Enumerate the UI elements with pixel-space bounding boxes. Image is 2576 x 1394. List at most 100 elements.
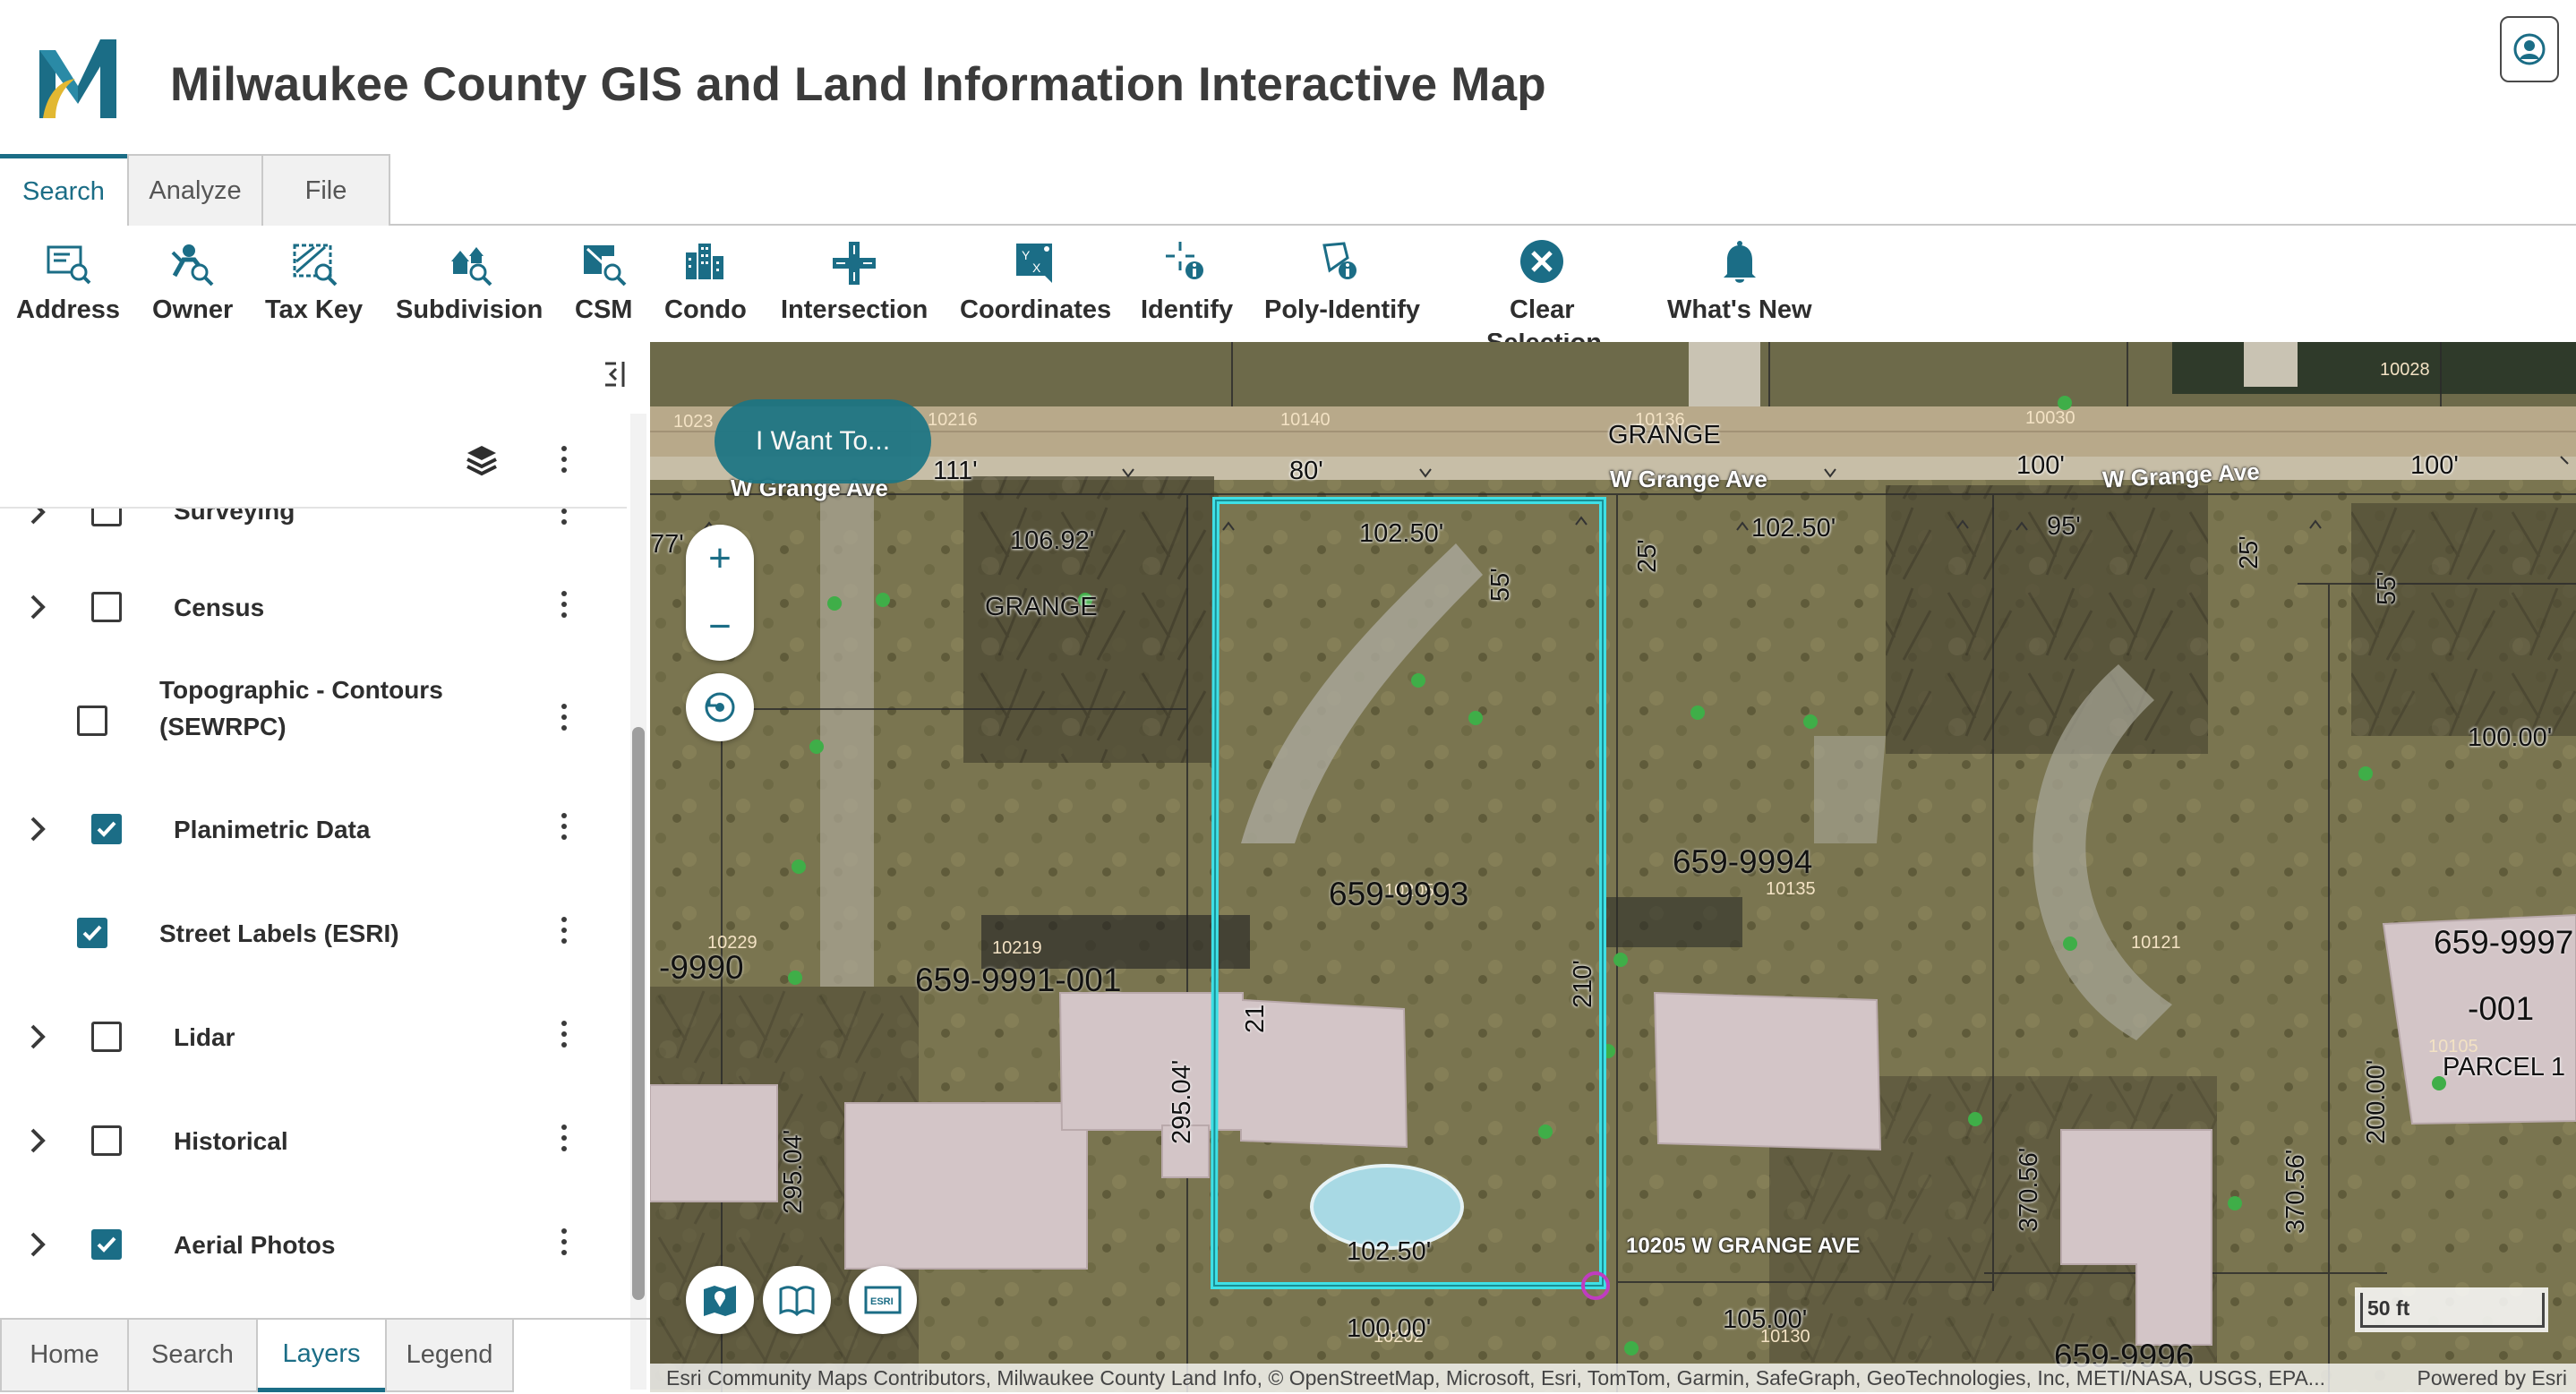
dimension-label: 105.00' — [1723, 1305, 1808, 1334]
subdivision-search-button[interactable]: Subdivision — [396, 238, 543, 325]
layer-menu-topographic-contours[interactable] — [555, 698, 573, 736]
poly-identify-button[interactable]: Poly-Identify — [1264, 238, 1420, 325]
layer-checkbox-planimetric-data[interactable] — [91, 814, 122, 844]
street-name-label: GRANGE — [1608, 421, 1721, 449]
chevron-right-icon[interactable] — [27, 1126, 48, 1155]
account-button[interactable] — [2500, 16, 2559, 82]
i-want-to-button[interactable]: I Want To... — [715, 399, 931, 483]
whats-new-button[interactable]: What's New — [1667, 238, 1812, 325]
poly-identify-icon — [1322, 242, 1356, 279]
esri-map-icon: ESRI — [864, 1286, 902, 1314]
clear-label: Clear — [1510, 295, 1575, 324]
layer-menu-street-labels[interactable] — [555, 911, 573, 949]
parcel-id-label: PARCEL 1 — [2443, 1053, 2565, 1082]
tax-key-label: Tax Key — [265, 295, 364, 324]
clear-selection-icon — [1520, 240, 1564, 283]
tax-key-search-icon — [293, 244, 337, 286]
layer-name-line-1: Topographic - Contours — [159, 676, 443, 704]
chevron-right-icon[interactable] — [27, 815, 48, 843]
tab-analyze[interactable]: Analyze — [127, 154, 263, 226]
layer-checkbox-census[interactable] — [91, 592, 122, 622]
coordinates-search-button[interactable]: YX Coordinates — [960, 238, 1111, 325]
csm-search-button[interactable]: CSM — [575, 238, 632, 325]
layer-name-topographic-contours: Topographic - Contours (SEWRPC) — [159, 671, 443, 745]
basemap-toggle-button[interactable] — [686, 1266, 754, 1334]
layer-menu-planimetric-data[interactable] — [555, 808, 573, 845]
dimension-label: 370.56' — [2015, 1147, 2043, 1232]
layer-name-census: Census — [174, 594, 265, 621]
layer-checkbox-lidar[interactable] — [91, 1022, 122, 1052]
layers-stack-icon[interactable] — [464, 442, 500, 478]
app-title: Milwaukee County GIS and Land Informatio… — [170, 58, 1546, 111]
intersection-search-button[interactable]: Intersection — [781, 238, 928, 325]
zoom-in-button[interactable]: + — [686, 525, 754, 593]
layer-checkbox-topographic-contours[interactable] — [77, 706, 107, 736]
clear-selection-button[interactable]: Clear — [1510, 238, 1575, 325]
aerial-map-canvas[interactable] — [650, 342, 2576, 1392]
bookmarks-button[interactable] — [763, 1266, 831, 1334]
dimension-label: 80' — [1289, 457, 1323, 485]
layer-checkbox-historical[interactable] — [91, 1125, 122, 1156]
layer-name-aerial-photos: Aerial Photos — [174, 1231, 336, 1259]
layer-menu-lidar[interactable] — [555, 1015, 573, 1053]
address-search-button[interactable]: Address — [16, 238, 120, 325]
layer-menu-surveying[interactable] — [555, 509, 573, 530]
layer-name-line-2: (SEWRPC) — [159, 713, 287, 740]
zoom-out-button[interactable]: − — [686, 593, 754, 661]
attribution-text[interactable]: Esri Community Maps Contributors, Milwau… — [666, 1364, 2325, 1392]
map-view[interactable]: 1023 10216 10140 10136 10030 10028 10205… — [650, 342, 2576, 1392]
rotate-north-button[interactable] — [686, 673, 754, 741]
dimension-label: 111' — [933, 457, 978, 485]
dimension-label: 25' — [1633, 539, 1662, 573]
subdivision-search-icon — [451, 247, 492, 286]
layer-checkbox-street-labels[interactable] — [77, 918, 107, 948]
dimension-label: 210' — [1569, 960, 1597, 1008]
tab-legend[interactable]: Legend — [385, 1320, 514, 1392]
tax-key-search-button[interactable]: Tax Key — [265, 238, 363, 325]
tab-search[interactable]: Search — [0, 154, 127, 226]
user-account-icon — [2513, 33, 2546, 65]
layer-menu-historical[interactable] — [555, 1119, 573, 1157]
whats-new-label: What's New — [1667, 295, 1812, 324]
owner-label: Owner — [152, 295, 234, 324]
checkmark-icon — [97, 821, 116, 837]
milwaukee-county-logo — [39, 39, 116, 118]
tab-layers[interactable]: Layers — [258, 1320, 385, 1392]
layers-panel-toolbar — [0, 424, 627, 496]
selected-address-label: 10205 W GRANGE AVE — [1626, 1234, 1861, 1258]
svg-text:Y: Y — [1022, 248, 1031, 262]
scale-bar-label: 50 ft — [2367, 1296, 2410, 1320]
identify-button[interactable]: Identify — [1141, 238, 1233, 325]
layer-checkbox-surveying[interactable] — [91, 509, 122, 526]
address-label: 10121 — [2131, 933, 2181, 953]
identify-label: Identify — [1141, 295, 1234, 324]
address-label: 10028 — [2380, 360, 2430, 380]
dimension-label: 95' — [2047, 512, 2081, 541]
esri-basemap-button[interactable]: ESRI — [849, 1266, 917, 1334]
dimension-label: 55' — [2373, 571, 2401, 605]
parcel-id-label: -001 — [2468, 990, 2535, 1027]
panel-options-menu[interactable] — [555, 440, 573, 478]
tab-search-panel[interactable]: Search — [127, 1320, 258, 1392]
chevron-right-icon[interactable] — [27, 1022, 48, 1051]
coordinates-label: Coordinates — [960, 295, 1112, 324]
powered-by-esri[interactable]: Powered by Esri — [2418, 1364, 2567, 1392]
tab-home[interactable]: Home — [0, 1320, 129, 1392]
layer-menu-aerial-photos[interactable] — [555, 1223, 573, 1261]
condo-search-button[interactable]: Condo — [664, 238, 747, 325]
tab-file[interactable]: File — [261, 154, 390, 226]
owner-search-button[interactable]: Owner — [152, 238, 233, 325]
dimension-label: 100.00' — [2468, 723, 2553, 752]
coordinates-icon: YX — [1015, 244, 1052, 283]
chevron-right-icon[interactable] — [27, 593, 48, 621]
chevron-right-icon[interactable] — [27, 507, 48, 526]
dimension-label: 102.50' — [1347, 1237, 1432, 1266]
layer-row-aerial-photos: Aerial Photos — [0, 1218, 627, 1271]
layer-menu-census[interactable] — [555, 586, 573, 623]
layers-scrollbar-thumb[interactable] — [632, 727, 645, 1300]
layers-list: Surveying Census Topographic - Contours … — [0, 507, 627, 1305]
collapse-panel-icon[interactable] — [600, 358, 632, 390]
bell-icon — [1723, 241, 1756, 283]
layer-checkbox-aerial-photos[interactable] — [91, 1229, 122, 1260]
chevron-right-icon[interactable] — [27, 1230, 48, 1259]
